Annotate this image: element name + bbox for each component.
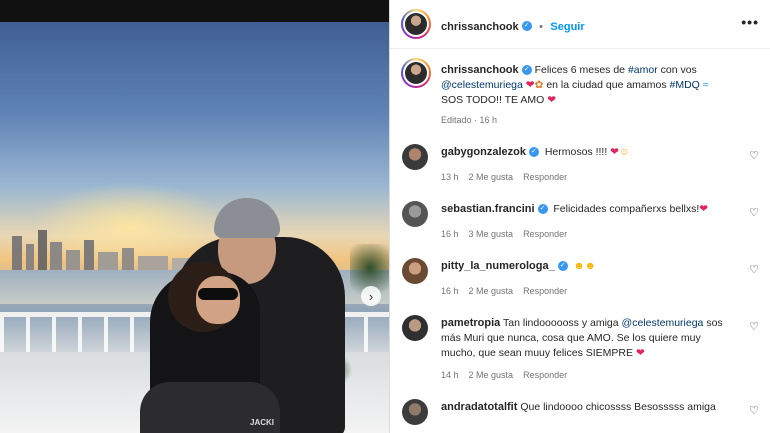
verified-badge-icon: ✓	[521, 65, 532, 76]
verified-badge-icon: ✓	[521, 20, 532, 31]
bag-text: JACKI	[250, 418, 275, 427]
post-header: chrissanchook ✓ • Seguir •••	[390, 0, 770, 49]
author-avatar[interactable]	[401, 9, 431, 39]
hashtag-mdq[interactable]: #MDQ	[670, 79, 700, 91]
commenter-avatar[interactable]	[402, 144, 428, 170]
woman-face	[196, 276, 240, 324]
comment-meta: 16 h2 Me gusta Responder	[441, 286, 568, 296]
heart-outline-icon[interactable]: ♡	[749, 206, 759, 219]
heart-outline-icon[interactable]: ♡	[749, 263, 759, 276]
post-photo[interactable]: JACKI ›	[0, 22, 389, 433]
commenter-avatar[interactable]	[402, 399, 428, 425]
heart-emoji-icon: ❤	[699, 203, 709, 215]
hashtag-amor[interactable]: #amor	[628, 64, 658, 76]
comment-meta: 14 h2 Me gusta Responder	[441, 370, 568, 380]
commenter-avatar[interactable]	[402, 201, 428, 227]
city-skyline	[12, 230, 198, 272]
heart-emoji-icon: ❤	[635, 347, 645, 359]
heart-eyes-emoji-icon: ☻	[584, 260, 596, 272]
heart-outline-icon[interactable]: ♡	[749, 320, 759, 333]
verified-badge-icon: ✓	[557, 261, 568, 272]
heart-eyes-emoji-icon: ☻	[573, 260, 585, 272]
mention-link[interactable]: @celestemuriega	[441, 79, 523, 91]
heart-emoji-icon: ❤	[547, 94, 557, 106]
heart-emoji-icon: ❤	[610, 146, 619, 158]
author-username[interactable]: chrissanchook	[441, 21, 519, 33]
chevron-right-icon[interactable]: ›	[361, 286, 381, 306]
comment-text: pametropia Tan lindoooooss y amiga @cele…	[441, 317, 723, 359]
photo-top-bar	[0, 0, 389, 22]
heart-outline-icon[interactable]: ♡	[749, 149, 759, 162]
heart-outline-icon[interactable]: ♡	[749, 404, 759, 417]
comment-text: sebastian.francini ✓ Felicidades compañer…	[441, 203, 709, 215]
verified-badge-icon: ✓	[528, 147, 539, 158]
post-sidebar: chrissanchook ✓ • Seguir ••• chrissanchoo…	[389, 0, 770, 433]
beanie-hat	[214, 198, 280, 238]
comment-meta: 13 h2 Me gusta Responder	[441, 172, 568, 182]
wave-emoji-icon: ≈	[702, 79, 709, 91]
caption-username[interactable]: chrissanchook	[441, 64, 519, 76]
commenter-avatar[interactable]	[402, 258, 428, 284]
separator-dot: •	[539, 21, 543, 33]
more-options-icon[interactable]: •••	[741, 14, 759, 30]
caption-text: chrissanchook ✓ Felices 6 meses de #amor …	[441, 64, 709, 106]
caption-meta: Editado · 16 h	[441, 115, 498, 125]
comment-meta: 16 h3 Me gusta Responder	[441, 229, 568, 239]
heart-emoji-icon: ❤	[525, 79, 535, 91]
comment-text: pitty_la_numerologa_ ✓ ☻☻	[441, 260, 596, 272]
hugging-emoji-icon: ☺	[618, 146, 630, 158]
sunglasses	[198, 288, 238, 300]
comment-text: andradatotalfit Que lindoooo chicossss B…	[441, 401, 716, 413]
follow-button[interactable]: Seguir	[550, 21, 584, 33]
commenter-avatar[interactable]	[402, 315, 428, 341]
mention-link[interactable]: @celestemuriega	[622, 317, 704, 329]
verified-badge-icon: ✓	[537, 204, 548, 215]
caption-avatar[interactable]	[401, 58, 431, 88]
comment-text: gabygonzalezok ✓ Hermosos !!!! ❤☺	[441, 146, 630, 158]
